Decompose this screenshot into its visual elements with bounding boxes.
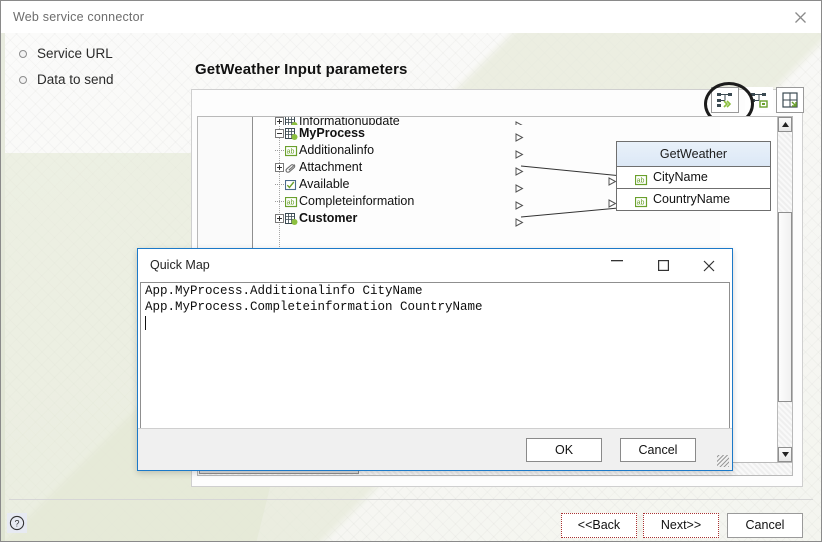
close-icon bbox=[703, 260, 715, 272]
dialog-minimize-button[interactable] bbox=[594, 249, 640, 279]
port-arrow-icon[interactable] bbox=[608, 193, 617, 214]
sidebar-rail bbox=[1, 33, 5, 541]
tree-row-label: Attachment bbox=[299, 160, 363, 174]
layout-icon bbox=[781, 92, 798, 108]
target-param-label: CountryName bbox=[653, 192, 731, 206]
tree-row-label: Customer bbox=[299, 211, 358, 225]
dialog-close-button[interactable] bbox=[686, 249, 732, 279]
canvas-vertical-scrollbar[interactable] bbox=[777, 117, 792, 462]
sidebar-item-service-url[interactable]: Service URL bbox=[19, 41, 169, 67]
close-icon bbox=[794, 12, 806, 23]
quick-map-icon bbox=[716, 93, 732, 108]
mapping-toolbar: Quick Map bbox=[701, 82, 804, 134]
svg-text:ab: ab bbox=[287, 200, 295, 207]
string-icon: ab bbox=[634, 193, 648, 214]
help-button[interactable]: ? bbox=[7, 513, 27, 533]
minimize-icon bbox=[611, 260, 623, 262]
scrollbar-thumb[interactable] bbox=[778, 212, 792, 402]
quick-map-line: App.MyProcess.Additionalinfo CityName bbox=[145, 284, 423, 298]
expander-icon[interactable] bbox=[275, 163, 284, 172]
target-param-row[interactable]: ab CountryName bbox=[608, 189, 770, 210]
svg-text:ab: ab bbox=[637, 178, 645, 185]
wizard-cancel-button[interactable]: Cancel bbox=[727, 513, 803, 538]
table-row[interactable]: Customer bbox=[253, 210, 720, 227]
process-icon bbox=[285, 117, 298, 125]
wizard-step-list: Service URL Data to send bbox=[19, 41, 169, 93]
bullet-icon bbox=[19, 50, 27, 58]
port-arrow-icon[interactable] bbox=[608, 171, 617, 192]
tree-dash bbox=[275, 150, 284, 152]
svg-text:ab: ab bbox=[287, 149, 295, 156]
svg-text:ab: ab bbox=[637, 200, 645, 207]
ok-button[interactable]: OK bbox=[526, 438, 602, 462]
auto-map-icon bbox=[750, 93, 768, 108]
tree-dash bbox=[275, 184, 284, 186]
next-button[interactable]: Next>> bbox=[643, 513, 719, 538]
tree-row-label: Additionalinfo bbox=[299, 143, 375, 157]
layout-button[interactable] bbox=[776, 87, 804, 113]
tree-row-label: Informationupdate bbox=[299, 116, 400, 125]
window-titlebar: Web service connector bbox=[1, 1, 821, 33]
port-arrow-icon[interactable] bbox=[515, 214, 524, 231]
sidebar-item-label: Data to send bbox=[37, 72, 114, 87]
footer-divider bbox=[9, 499, 813, 500]
svg-text:?: ? bbox=[14, 518, 19, 528]
maximize-icon bbox=[657, 260, 669, 271]
resize-grip[interactable] bbox=[717, 455, 729, 467]
target-param-row[interactable]: ab CityName bbox=[608, 167, 770, 189]
quick-map-textarea[interactable]: App.MyProcess.Additionalinfo CityName Ap… bbox=[140, 282, 730, 429]
quick-map-dialog: Quick Map App.MyProcess.Additionalinfo C… bbox=[137, 248, 733, 471]
tree-row-label: Completeinformation bbox=[299, 194, 415, 208]
tree-row-label: MyProcess bbox=[299, 126, 366, 140]
page-title: GetWeather Input parameters bbox=[195, 61, 408, 78]
target-operation-box: GetWeather ab CityName ab CountryName bbox=[608, 141, 771, 211]
expander-icon[interactable] bbox=[275, 129, 284, 138]
port-arrow-icon[interactable] bbox=[515, 117, 524, 125]
quick-map-button[interactable] bbox=[711, 87, 739, 113]
tree-dash bbox=[275, 201, 284, 203]
table-row[interactable]: MyProcess bbox=[253, 125, 720, 142]
window-title: Web service connector bbox=[13, 10, 145, 24]
dialog-maximize-button[interactable] bbox=[640, 249, 686, 279]
bullet-icon bbox=[19, 76, 27, 84]
scroll-down-button[interactable] bbox=[778, 447, 792, 462]
target-operation-title: GetWeather bbox=[617, 142, 770, 167]
scroll-up-button[interactable] bbox=[778, 117, 792, 132]
expander-icon[interactable] bbox=[275, 117, 284, 125]
back-button[interactable]: <<Back bbox=[561, 513, 637, 538]
auto-map-button[interactable] bbox=[745, 87, 773, 113]
process-icon bbox=[285, 212, 298, 229]
window-close-button[interactable] bbox=[787, 7, 813, 29]
text-caret bbox=[145, 316, 146, 330]
quick-map-line: App.MyProcess.Completeinformation Countr… bbox=[145, 300, 483, 314]
target-param-label: CityName bbox=[653, 170, 708, 184]
dialog-title: Quick Map bbox=[150, 258, 210, 272]
dialog-footer: OK Cancel bbox=[138, 428, 732, 470]
sidebar-item-data-to-send[interactable]: Data to send bbox=[19, 67, 169, 93]
tree-row-label: Available bbox=[299, 177, 350, 191]
expander-icon[interactable] bbox=[275, 214, 284, 223]
help-icon: ? bbox=[9, 515, 25, 531]
sidebar-item-label: Service URL bbox=[37, 46, 113, 61]
cancel-button[interactable]: Cancel bbox=[620, 438, 696, 462]
dialog-titlebar: Quick Map bbox=[138, 249, 732, 281]
table-row[interactable]: Informationupdate bbox=[253, 116, 720, 125]
web-service-connector-window: Web service connector Service URL Data t… bbox=[0, 0, 822, 542]
